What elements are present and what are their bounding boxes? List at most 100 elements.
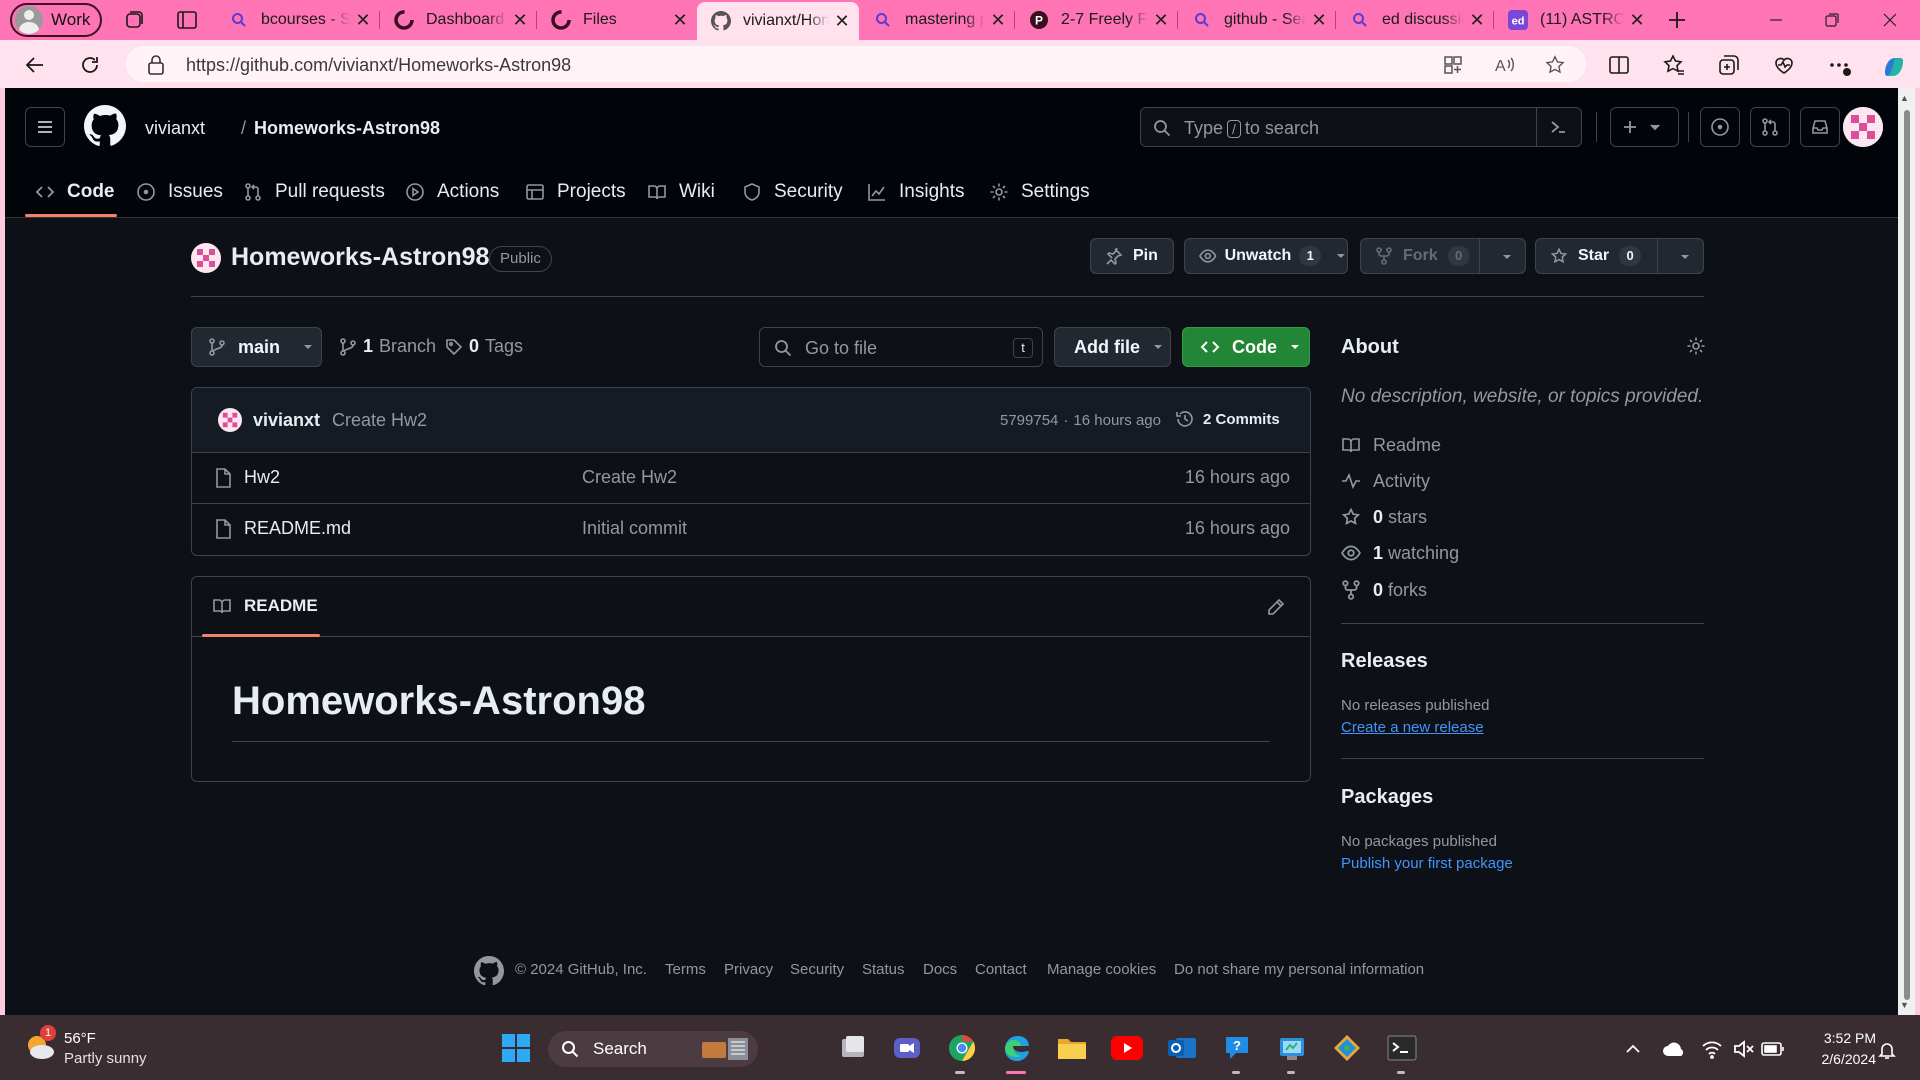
favorite-star-icon[interactable] [1544,54,1566,76]
weather-temp[interactable]: 56°F [64,1030,96,1047]
branches-link[interactable]: 1 Branch [339,336,436,357]
tab-code[interactable]: Code [35,166,115,218]
footer-contact-link[interactable]: Contact [975,961,1027,978]
tab-pearson[interactable]: P 2-7 Freely F ✕ [1015,0,1178,40]
pin-button[interactable]: Pin [1090,238,1174,274]
footer-terms-link[interactable]: Terms [665,961,706,978]
add-file-button[interactable]: Add file [1054,327,1171,367]
profile-button[interactable]: Work [10,3,102,37]
teams-meet-icon[interactable] [890,1031,924,1065]
notification-bell-icon[interactable] [1877,1040,1897,1060]
commit-author-avatar[interactable] [218,408,242,432]
stars-link[interactable]: 0 stars [1341,504,1427,530]
close-icon[interactable]: ✕ [350,7,376,33]
tab-bcourses[interactable]: bcourses - S ✕ [215,0,380,40]
onedrive-icon[interactable] [1662,1040,1686,1058]
tab-actions-icon[interactable] [175,8,199,32]
minimize-icon[interactable] [1748,0,1804,40]
volume-muted-icon[interactable] [1733,1039,1755,1059]
footer-manage-cookies-link[interactable]: Manage cookies [1047,961,1156,978]
control-panel-icon[interactable] [1275,1031,1309,1065]
tab-github-repo[interactable]: vivianxt/Homeworks-Astron98 ✕ [697,2,859,40]
back-icon[interactable] [20,50,50,80]
refresh-icon[interactable] [75,50,105,80]
file-name[interactable]: README.md [244,518,351,539]
commit-author[interactable]: vivianxt [253,410,320,431]
task-view-icon[interactable] [836,1031,870,1065]
chevron-down-icon[interactable] [1335,250,1347,262]
outlook-icon[interactable] [1165,1031,1199,1065]
branch-select-button[interactable]: main [191,327,322,367]
inbox-icon[interactable] [1800,107,1840,147]
browser-essentials-icon[interactable] [1772,53,1796,77]
pencil-icon[interactable] [1266,597,1286,617]
footer-privacy-link[interactable]: Privacy [724,961,773,978]
tab-security[interactable]: Security [742,166,843,218]
scroll-down-icon[interactable]: ▼ [1900,1000,1909,1010]
split-screen-icon[interactable] [1607,53,1631,77]
close-icon[interactable]: ✕ [985,7,1011,33]
git-icon[interactable] [1330,1031,1364,1065]
user-avatar[interactable] [1843,107,1883,147]
battery-icon[interactable] [1761,1041,1785,1057]
tab-pull-requests[interactable]: Pull requests [243,166,385,218]
url-text[interactable]: https://github.com/vivianxt/Homeworks-As… [186,55,571,76]
edge-icon[interactable] [1000,1031,1034,1065]
watching-link[interactable]: 1 watching [1341,540,1459,566]
app-available-icon[interactable] [1442,54,1464,76]
tab-issues[interactable]: Issues [136,166,223,218]
command-palette-icon[interactable] [1549,118,1567,136]
taskbar-search[interactable]: Search [548,1031,758,1067]
tab-files[interactable]: Files ✕ [537,0,697,40]
create-new-button[interactable] [1610,107,1679,147]
workspaces-icon[interactable] [122,8,146,32]
tab-github-search[interactable]: github - Sea ✕ [1178,0,1336,40]
address-bar[interactable]: https://github.com/vivianxt/Homeworks-As… [126,46,1586,82]
new-tab-icon[interactable] [1665,8,1689,32]
more-options-icon[interactable] [1827,53,1851,77]
fork-button[interactable]: Fork 0 [1360,238,1526,274]
github-logo-icon[interactable] [84,105,126,147]
tab-actions[interactable]: Actions [405,166,499,218]
breadcrumb-repo[interactable]: Homeworks-Astron98 [254,118,440,139]
star-button[interactable]: Star 0 [1535,238,1704,274]
issues-icon[interactable] [1700,107,1740,147]
chevron-up-icon[interactable] [1624,1040,1642,1058]
chevron-down-icon[interactable] [1679,251,1691,263]
close-icon[interactable]: ✕ [1306,7,1332,33]
start-icon[interactable] [499,1031,533,1065]
repo-owner-avatar[interactable] [191,243,221,273]
close-icon[interactable]: ✕ [1624,7,1650,33]
close-icon[interactable]: ✕ [507,7,533,33]
footer-do-not-share-link[interactable]: Do not share my personal information [1174,961,1424,978]
favorites-icon[interactable] [1662,53,1686,77]
tab-dashboard[interactable]: Dashboard ✕ [380,0,537,40]
create-release-link[interactable]: Create a new release [1341,719,1484,736]
close-icon[interactable]: ✕ [829,8,855,34]
repo-name[interactable]: Homeworks-Astron98 [231,243,489,272]
read-aloud-icon[interactable]: A [1493,54,1515,76]
file-commit-message[interactable]: Initial commit [582,518,687,539]
clock-time[interactable]: 3:52 PM [1806,1030,1876,1046]
chrome-icon[interactable] [945,1031,979,1065]
global-search-input[interactable]: Type / to search [1140,107,1582,147]
close-icon[interactable]: ✕ [667,7,693,33]
file-explorer-icon[interactable] [1055,1031,1089,1065]
youtube-icon[interactable] [1110,1031,1144,1065]
close-icon[interactable]: ✕ [1148,7,1174,33]
tab-insights[interactable]: Insights [867,166,964,218]
packages-title[interactable]: Packages [1341,786,1433,809]
weather-desc[interactable]: Partly sunny [64,1050,147,1067]
commits-link[interactable]: 2 Commits [1175,409,1280,429]
wifi-icon[interactable] [1701,1039,1723,1059]
menu-icon[interactable] [25,107,65,147]
forks-link[interactable]: 0 forks [1341,577,1427,603]
readme-link[interactable]: Readme [1341,432,1441,458]
restore-icon[interactable] [1804,0,1860,40]
chevron-down-icon[interactable] [1501,251,1513,263]
pull-requests-icon[interactable] [1750,107,1790,147]
collections-icon[interactable] [1717,53,1741,77]
file-name[interactable]: Hw2 [244,467,280,488]
tab-settings[interactable]: Settings [989,166,1090,218]
breadcrumb-owner[interactable]: vivianxt [145,118,205,139]
